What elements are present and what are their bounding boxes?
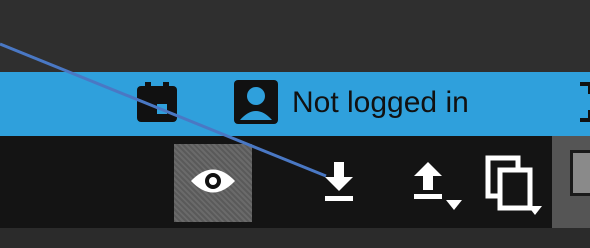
- panel-tab[interactable]: [570, 150, 590, 196]
- expand-icon[interactable]: [578, 82, 590, 127]
- copy-icon[interactable]: [484, 154, 546, 225]
- eye-icon: [189, 164, 237, 203]
- visibility-toggle-button[interactable]: [174, 144, 252, 222]
- bottom-background: [0, 228, 590, 248]
- upload-icon[interactable]: [410, 160, 466, 219]
- top-background: [0, 0, 590, 72]
- calendar-icon[interactable]: [135, 80, 179, 129]
- login-status-label: Not logged in: [292, 86, 469, 119]
- status-bar: Not logged in: [0, 72, 590, 136]
- user-icon[interactable]: [232, 78, 280, 131]
- download-icon[interactable]: [322, 160, 356, 209]
